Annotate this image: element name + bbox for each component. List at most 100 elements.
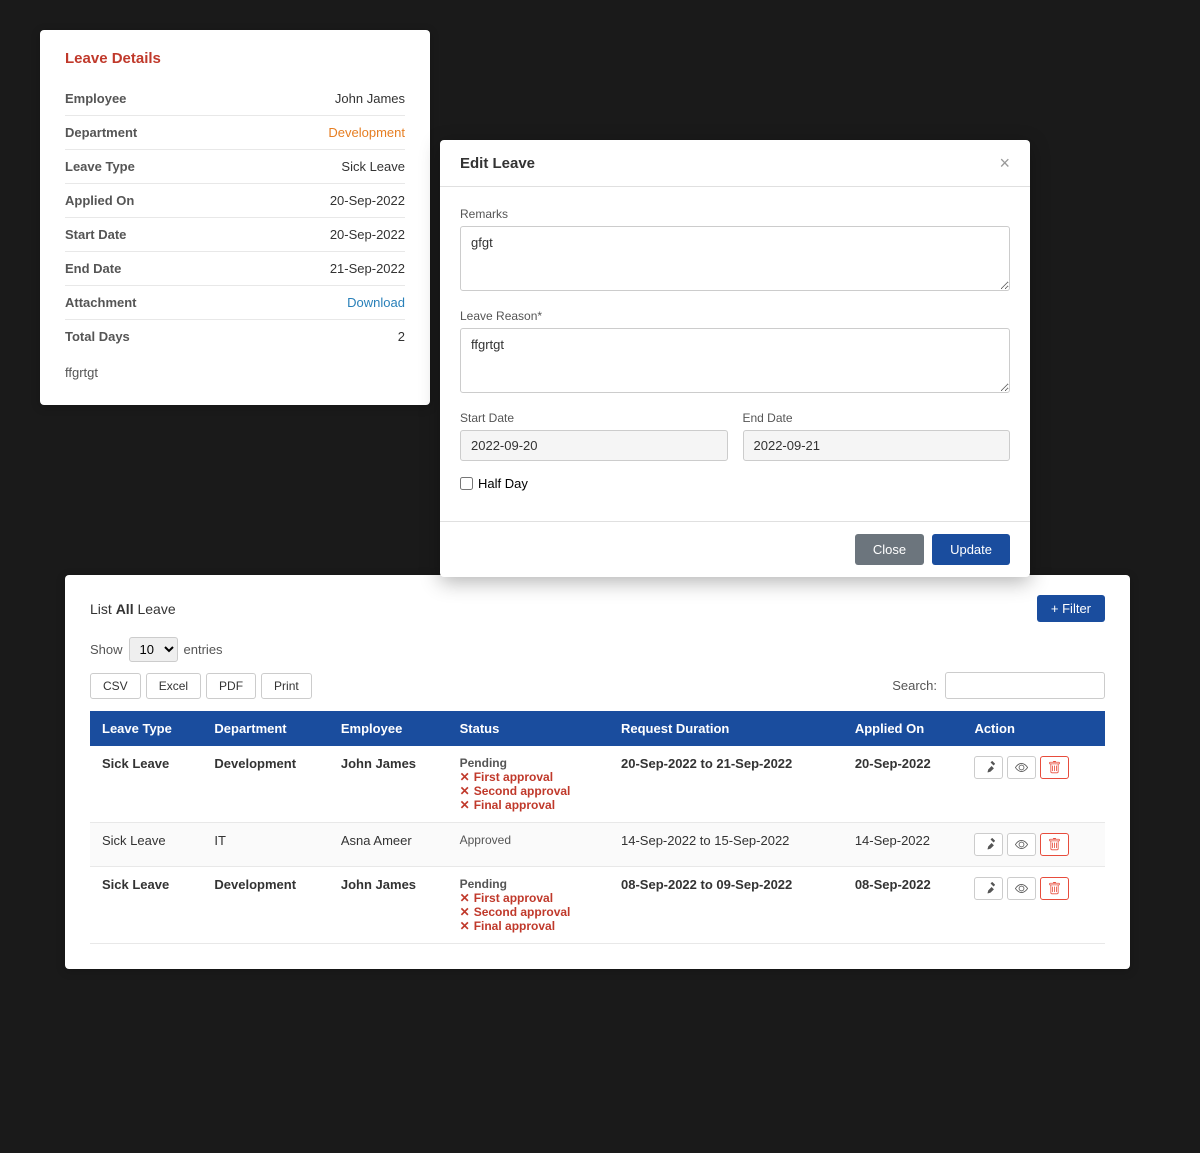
- edit-button[interactable]: [974, 756, 1003, 779]
- modal-title: Edit Leave: [460, 155, 535, 172]
- approval-label: Final approval: [474, 798, 555, 812]
- trash-icon: [1048, 882, 1061, 895]
- detail-label: Applied On: [65, 193, 134, 208]
- approval-label: First approval: [474, 770, 553, 784]
- remarks-textarea[interactable]: gfgt: [460, 226, 1010, 291]
- cell-status: Pending✕First approval✕Second approval✕F…: [448, 867, 609, 944]
- cell-action: [962, 746, 1105, 823]
- search-row: Search:: [892, 672, 1105, 699]
- detail-value: 20-Sep-2022: [330, 193, 405, 208]
- detail-row: Start Date20-Sep-2022: [65, 218, 405, 252]
- pdf-button[interactable]: PDF: [206, 673, 256, 699]
- delete-button[interactable]: [1040, 877, 1069, 900]
- list-title-bold: All: [116, 601, 134, 617]
- search-input[interactable]: [945, 672, 1105, 699]
- delete-button[interactable]: [1040, 833, 1069, 856]
- cell-action: [962, 867, 1105, 944]
- leave-reason-textarea[interactable]: ffgrtgt: [460, 328, 1010, 393]
- cell-leave-type: Sick Leave: [90, 867, 202, 944]
- approval-item: ✕Second approval: [460, 784, 597, 798]
- x-icon: ✕: [460, 919, 470, 933]
- print-button[interactable]: Print: [261, 673, 312, 699]
- detail-row: Total Days2: [65, 320, 405, 353]
- leave-details-title: Leave Details: [65, 50, 405, 67]
- view-button[interactable]: [1007, 877, 1036, 900]
- trash-icon: [1048, 761, 1061, 774]
- leave-reason-group: Leave Reason* ffgrtgt: [460, 309, 1010, 396]
- detail-value: John James: [335, 91, 405, 106]
- view-button[interactable]: [1007, 833, 1036, 856]
- show-select[interactable]: 10 25 50: [129, 637, 178, 662]
- date-row: Start Date End Date: [460, 411, 1010, 461]
- cell-applied-on: 14-Sep-2022: [843, 823, 963, 867]
- half-day-checkbox[interactable]: [460, 477, 473, 490]
- detail-row: End Date21-Sep-2022: [65, 252, 405, 286]
- edit-icon: [982, 882, 995, 895]
- action-icons: [974, 877, 1093, 900]
- filter-button[interactable]: + Filter: [1037, 595, 1105, 622]
- table-row: Sick LeaveDevelopmentJohn JamesPending✕F…: [90, 867, 1105, 944]
- detail-label: Attachment: [65, 295, 137, 310]
- modal-close-button[interactable]: ×: [999, 154, 1010, 172]
- excel-button[interactable]: Excel: [146, 673, 201, 699]
- status-main: Pending: [460, 877, 597, 891]
- half-day-label: Half Day: [478, 476, 528, 491]
- cell-request-duration: 20-Sep-2022 to 21-Sep-2022: [609, 746, 843, 823]
- cell-employee: John James: [329, 746, 448, 823]
- cell-leave-type: Sick Leave: [90, 823, 202, 867]
- edit-leave-modal: Edit Leave × Remarks gfgt Leave Reason* …: [440, 140, 1030, 577]
- cell-employee: John James: [329, 867, 448, 944]
- detail-value[interactable]: Download: [347, 295, 405, 310]
- x-icon: ✕: [460, 798, 470, 812]
- detail-label: Employee: [65, 91, 126, 106]
- cell-department: Development: [202, 746, 329, 823]
- cell-applied-on: 08-Sep-2022: [843, 867, 963, 944]
- csv-button[interactable]: CSV: [90, 673, 141, 699]
- end-date-col: End Date: [743, 411, 1011, 461]
- cell-department: Development: [202, 867, 329, 944]
- update-button[interactable]: Update: [932, 534, 1010, 565]
- detail-label: Total Days: [65, 329, 130, 344]
- cell-applied-on: 20-Sep-2022: [843, 746, 963, 823]
- list-title: List All Leave: [90, 601, 176, 617]
- eye-icon: [1015, 882, 1028, 895]
- detail-row: Leave TypeSick Leave: [65, 150, 405, 184]
- x-icon: ✕: [460, 770, 470, 784]
- detail-value: 21-Sep-2022: [330, 261, 405, 276]
- detail-label: Start Date: [65, 227, 126, 242]
- detail-row: Employee John James: [65, 82, 405, 116]
- col-department: Department: [202, 711, 329, 746]
- approval-label: Second approval: [474, 784, 571, 798]
- x-icon: ✕: [460, 905, 470, 919]
- start-date-input[interactable]: [460, 430, 728, 461]
- leave-note: ffgrtgt: [65, 365, 405, 380]
- table-row: Sick LeaveITAsna AmeerApproved14-Sep-202…: [90, 823, 1105, 867]
- start-date-col: Start Date: [460, 411, 728, 461]
- col-leave-type: Leave Type: [90, 711, 202, 746]
- detail-value: Development: [328, 125, 405, 140]
- entries-label: entries: [184, 642, 223, 657]
- close-button[interactable]: Close: [855, 534, 924, 565]
- edit-button[interactable]: [974, 877, 1003, 900]
- modal-header: Edit Leave ×: [440, 140, 1030, 187]
- approval-item: ✕First approval: [460, 891, 597, 905]
- col-employee: Employee: [329, 711, 448, 746]
- cell-status: Pending✕First approval✕Second approval✕F…: [448, 746, 609, 823]
- view-button[interactable]: [1007, 756, 1036, 779]
- end-date-input[interactable]: [743, 430, 1011, 461]
- edit-button[interactable]: [974, 833, 1003, 856]
- action-icons: [974, 833, 1093, 856]
- table-row: Sick LeaveDevelopmentJohn JamesPending✕F…: [90, 746, 1105, 823]
- table-header-row: Leave Type Department Employee Status Re…: [90, 711, 1105, 746]
- approval-label: Second approval: [474, 905, 571, 919]
- half-day-row: Half Day: [460, 476, 1010, 491]
- trash-icon: [1048, 838, 1061, 851]
- eye-icon: [1015, 761, 1028, 774]
- list-header: List All Leave + Filter: [90, 595, 1105, 622]
- detail-row: Attachment Download: [65, 286, 405, 320]
- approval-item: ✕Final approval: [460, 919, 597, 933]
- cell-employee: Asna Ameer: [329, 823, 448, 867]
- delete-button[interactable]: [1040, 756, 1069, 779]
- export-buttons: CSV Excel PDF Print: [90, 673, 312, 699]
- cell-request-duration: 08-Sep-2022 to 09-Sep-2022: [609, 867, 843, 944]
